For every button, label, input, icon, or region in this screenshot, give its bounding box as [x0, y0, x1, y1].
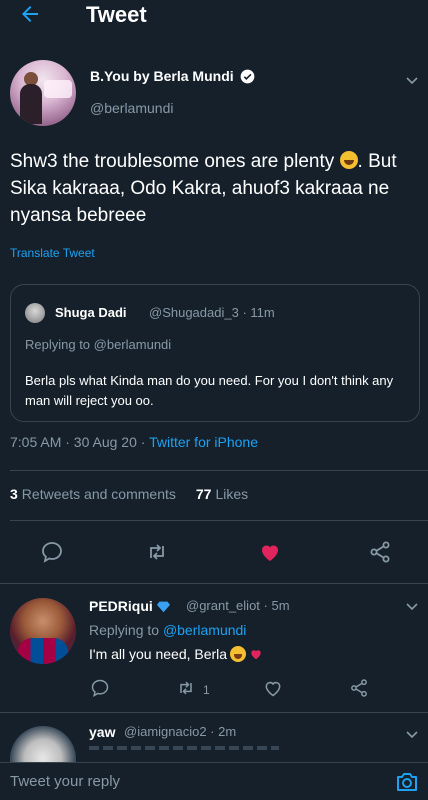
comment-icon[interactable]: [90, 678, 110, 698]
likes-count[interactable]: 77: [196, 486, 212, 502]
next-reply-meta: @iamignacio2 · 2m: [124, 724, 237, 739]
reply-replying-to: Replying to @berlamundi: [89, 622, 247, 638]
chevron-down-icon[interactable]: [404, 726, 420, 742]
author-name-row[interactable]: B.You by Berla Mundi: [90, 68, 255, 84]
tweet-source-link[interactable]: Twitter for iPhone: [149, 434, 258, 450]
share-icon[interactable]: [368, 540, 392, 564]
heart-icon[interactable]: [263, 678, 283, 698]
next-reply-avatar[interactable]: [10, 726, 76, 766]
reply-text: I'm all you need, Berla: [89, 646, 263, 662]
quoted-tweet[interactable]: Shuga Dadi @Shugadadi_3 · 11m Replying t…: [10, 284, 420, 422]
arrow-left-icon[interactable]: [18, 2, 42, 26]
reply-author-name[interactable]: PEDRiqui: [89, 598, 170, 614]
laughing-emoji-icon: [339, 151, 358, 169]
reply-retweet-count: 1: [203, 683, 210, 697]
chevron-down-icon[interactable]: [404, 72, 420, 88]
quoted-meta: @Shugadadi_3 · 11m: [149, 305, 275, 320]
camera-icon[interactable]: [394, 769, 420, 795]
next-reply-text-cutoff: [89, 746, 279, 750]
reply-avatar[interactable]: [10, 598, 76, 664]
share-icon[interactable]: [349, 678, 369, 698]
retweets-label[interactable]: Retweets and comments: [22, 486, 176, 502]
diamond-emoji-icon: [156, 601, 170, 612]
divider: [10, 520, 428, 521]
divider: [0, 712, 428, 713]
author-name: B.You by Berla Mundi: [90, 68, 234, 84]
quoted-avatar: [25, 303, 45, 323]
retweet-icon[interactable]: [145, 540, 169, 564]
comment-icon[interactable]: [40, 540, 64, 564]
retweets-count[interactable]: 3: [10, 486, 18, 502]
translate-tweet-link[interactable]: Translate Tweet: [10, 246, 95, 260]
reply-composer: [0, 762, 428, 800]
top-bar: Tweet: [0, 0, 428, 30]
tweet-timestamp: 7:05 AM · 30 Aug 20 · Twitter for iPhone: [10, 434, 258, 450]
quoted-replying-to: Replying to @berlamundi: [25, 337, 172, 352]
heart-icon[interactable]: [258, 540, 282, 564]
page-title: Tweet: [86, 2, 147, 27]
quoted-author-name: Shuga Dadi: [55, 305, 127, 320]
reply-meta: @grant_eliot · 5m: [186, 598, 290, 613]
crying-laughing-emoji-icon: [230, 646, 247, 662]
tweet-stats: 3 Retweets and comments 77 Likes: [10, 486, 248, 502]
mention-link[interactable]: @berlamundi: [163, 622, 246, 638]
divider: [0, 583, 428, 584]
chevron-down-icon[interactable]: [404, 598, 420, 614]
verified-badge-icon: [240, 69, 255, 83]
tweet-text: Shw3 the troublesome ones are plenty . B…: [10, 151, 397, 226]
red-heart-emoji-icon: [251, 650, 261, 660]
reply-input[interactable]: [10, 773, 370, 790]
author-avatar[interactable]: [10, 60, 76, 126]
author-handle: @berlamundi: [90, 100, 174, 116]
quoted-text: Berla pls what Kinda man do you need. Fo…: [25, 373, 394, 408]
likes-label[interactable]: Likes: [215, 486, 248, 502]
next-reply-author-name[interactable]: yaw: [89, 724, 115, 740]
divider: [10, 470, 428, 471]
retweet-icon[interactable]: [176, 678, 196, 698]
